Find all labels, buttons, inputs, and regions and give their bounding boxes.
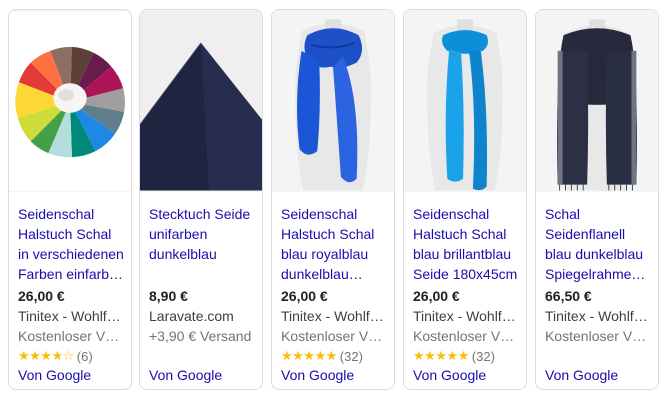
dark-flannel-scarf-image[interactable] (536, 10, 658, 192)
rating: ★★★★☆ (6) (18, 346, 128, 366)
shipping-info: Kostenloser V… (545, 328, 647, 344)
star-rating-icon: ★★★★☆ (18, 348, 74, 363)
von-google-link[interactable]: Von Google (281, 365, 354, 385)
star-rating-icon: ★★★★★ (413, 348, 469, 363)
product-info: Schal Seidenflanell blau dunkelblau Spie… (545, 204, 655, 346)
pocket-square-image[interactable] (140, 10, 262, 192)
product-info: Seidenschal Halstuch Schal in verschiede… (18, 204, 128, 366)
product-price: 26,00 € (413, 288, 460, 304)
star-rating-icon: ★★★★★ (281, 348, 337, 363)
product-card[interactable]: Stecktuch Seide unifarben dunkelblau 8,9… (139, 9, 263, 390)
bright-blue-scarf-image[interactable] (404, 10, 526, 192)
von-google-link[interactable]: Von Google (545, 365, 618, 385)
von-google-link[interactable]: Von Google (413, 365, 486, 385)
color-scarf-fan-image[interactable] (9, 10, 131, 192)
von-google-link[interactable]: Von Google (18, 365, 91, 385)
seller-name: Tinitex - Wohlfü… (18, 308, 128, 324)
product-title[interactable]: Seidenschal Halstuch Schal blau royalbla… (281, 204, 391, 284)
product-info: Seidenschal Halstuch Schal blau brillant… (413, 204, 523, 366)
product-title[interactable]: Schal Seidenflanell blau dunkelblau Spie… (545, 204, 655, 284)
product-card[interactable]: Schal Seidenflanell blau dunkelblau Spie… (535, 9, 659, 390)
product-title[interactable]: Seidenschal Halstuch Schal in verschiede… (18, 204, 128, 284)
shipping-info: Kostenloser V… (281, 328, 383, 344)
seller-name: Tinitex - Wohlfü… (281, 308, 391, 324)
seller-name: Tinitex - Wohlfü… (545, 308, 655, 324)
review-count: (32) (471, 348, 495, 364)
von-google-link[interactable]: Von Google (149, 365, 222, 385)
product-price: 26,00 € (18, 288, 65, 304)
product-price: 26,00 € (281, 288, 328, 304)
review-count: (6) (76, 348, 93, 364)
shipping-info: Kostenloser V… (413, 328, 515, 344)
product-price: 66,50 € (545, 288, 592, 304)
shipping-info: +3,90 € Versand (149, 328, 252, 344)
rating: ★★★★★ (32) (413, 346, 523, 366)
product-title[interactable]: Stecktuch Seide unifarben dunkelblau (149, 204, 259, 284)
seller-name: Tinitex - Wohlfü… (413, 308, 523, 324)
product-card[interactable]: Seidenschal Halstuch Schal blau royalbla… (271, 9, 395, 390)
product-info: Stecktuch Seide unifarben dunkelblau 8,9… (149, 204, 259, 346)
shipping-info: Kostenloser V… (18, 328, 120, 344)
product-card[interactable]: Seidenschal Halstuch Schal blau brillant… (403, 9, 527, 390)
product-price: 8,90 € (149, 288, 188, 304)
review-count: (32) (339, 348, 363, 364)
seller-name: Laravate.com (149, 308, 234, 324)
royal-blue-scarf-image[interactable] (272, 10, 394, 192)
product-card[interactable]: Seidenschal Halstuch Schal in verschiede… (8, 9, 132, 390)
product-title[interactable]: Seidenschal Halstuch Schal blau brillant… (413, 204, 523, 284)
product-info: Seidenschal Halstuch Schal blau royalbla… (281, 204, 391, 366)
rating: ★★★★★ (32) (281, 346, 391, 366)
